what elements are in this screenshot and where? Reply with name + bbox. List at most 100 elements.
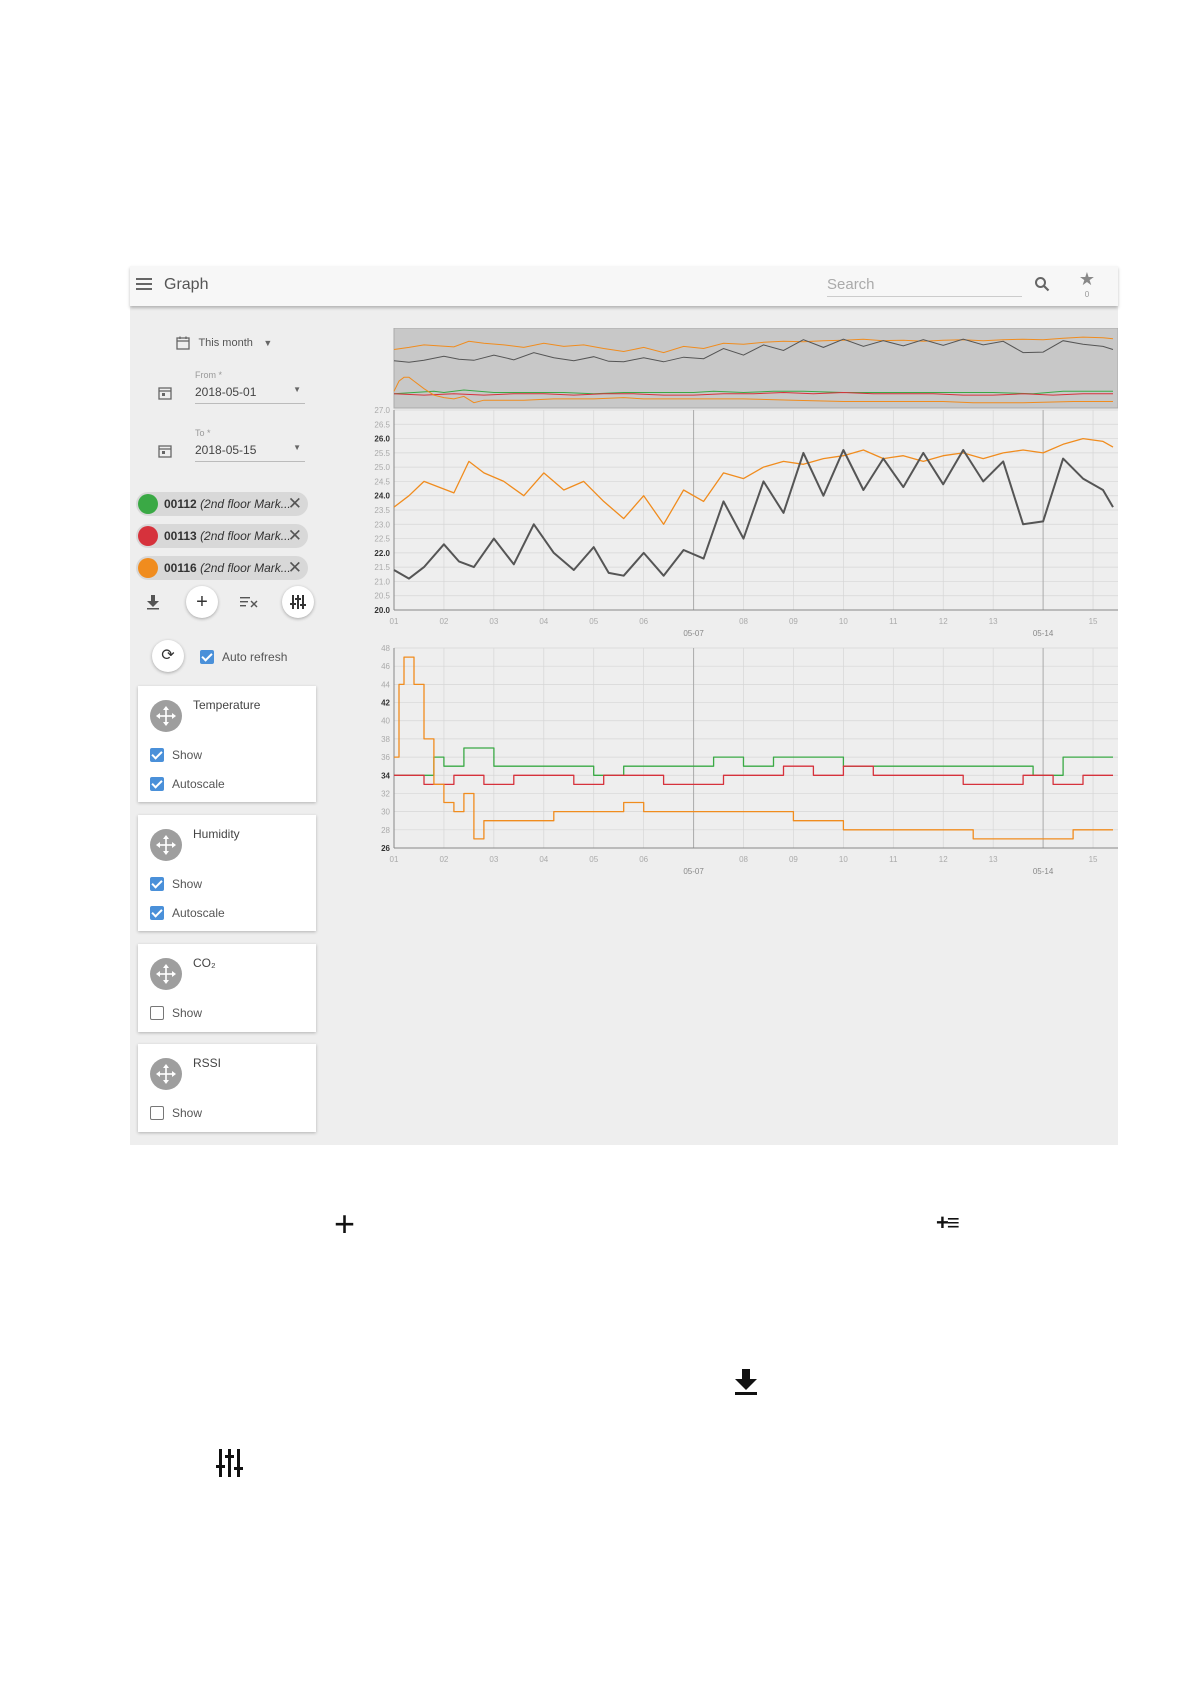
date-preset-select[interactable]: This month ▼: [176, 334, 272, 352]
autoscale-toggle[interactable]: Autoscale: [150, 775, 225, 793]
y-tick-label: 24.5: [374, 477, 390, 486]
x-tick-label: 15: [1089, 617, 1098, 626]
close-icon[interactable]: ✕: [288, 526, 302, 546]
auto-refresh-toggle[interactable]: Auto refresh: [200, 648, 287, 666]
y-tick-label: 21.5: [374, 563, 390, 572]
y-tick-label: 26.0: [374, 435, 390, 444]
device-chip-00113[interactable]: 00113 (2nd floor Mark... ✕: [136, 524, 308, 548]
show-toggle[interactable]: Show: [150, 875, 202, 893]
y-tick-label: 46: [381, 662, 390, 671]
device-name: (2nd floor Mark...: [200, 561, 291, 575]
show-toggle[interactable]: Show: [150, 746, 202, 764]
y-tick-label: 20.5: [374, 592, 390, 601]
autoscale-checkbox[interactable]: [150, 776, 164, 791]
week-label: 05-14: [1033, 629, 1054, 638]
device-chip-00112[interactable]: 00112 (2nd floor Mark... ✕: [136, 492, 308, 516]
x-tick-label: 08: [739, 855, 748, 864]
add-device-button[interactable]: +: [186, 586, 218, 618]
panel-co2: CO₂ Show: [138, 944, 316, 1032]
show-checkbox[interactable]: [150, 876, 164, 891]
x-tick-label: 10: [839, 617, 848, 626]
panel-title: CO₂: [193, 956, 216, 970]
refresh-button[interactable]: ⟳: [152, 640, 184, 672]
page-title: Graph: [164, 276, 209, 293]
show-checkbox[interactable]: [150, 1105, 164, 1120]
y-tick-label: 23.5: [374, 506, 390, 515]
search-box: [827, 272, 1022, 297]
x-tick-label: 05: [589, 855, 598, 864]
clear-devices-icon[interactable]: [240, 596, 258, 608]
panel-temperature: Temperature Show Autoscale: [138, 686, 316, 802]
auto-refresh-checkbox[interactable]: [200, 649, 214, 664]
to-date-field[interactable]: 2018-05-15 ▼: [195, 441, 305, 462]
drag-handle-icon[interactable]: [150, 829, 182, 861]
x-tick-label: 11: [889, 855, 898, 864]
x-tick-label: 04: [539, 855, 548, 864]
search-icon[interactable]: [1034, 276, 1050, 297]
device-name: (2nd floor Mark...: [200, 529, 291, 543]
from-date-value: 2018-05-01: [195, 385, 257, 399]
chart-1: 26 28 30 32 34 36 38 40 42 44 46 48 01 02 03 04 05 06 08 09…: [381, 644, 1118, 876]
device-id: 00116: [164, 561, 197, 575]
y-tick-label: 24.0: [374, 492, 390, 501]
show-toggle[interactable]: Show: [150, 1104, 202, 1122]
chevron-down-icon: ▼: [293, 385, 301, 394]
close-icon[interactable]: ✕: [288, 558, 302, 578]
drag-handle-icon[interactable]: [150, 700, 182, 732]
from-date-field[interactable]: 2018-05-01 ▼: [195, 383, 305, 404]
device-sensor-icon: [138, 526, 158, 546]
show-label: Show: [172, 747, 203, 762]
series-line: [393, 449, 1114, 580]
search-input[interactable]: [827, 272, 1022, 297]
x-tick-label: 15: [1089, 855, 1098, 864]
show-toggle[interactable]: Show: [150, 1004, 202, 1022]
chart-settings-button[interactable]: [282, 586, 314, 618]
y-tick-label: 36: [381, 753, 390, 762]
close-icon[interactable]: ✕: [288, 494, 302, 514]
date-preset-label: This month: [198, 336, 253, 349]
y-tick-label: 28: [381, 826, 390, 835]
autoscale-label: Autoscale: [172, 905, 225, 920]
panel-title: Humidity: [193, 827, 240, 841]
y-tick-label: 42: [381, 699, 390, 708]
x-tick-label: 03: [489, 617, 498, 626]
autoscale-toggle[interactable]: Autoscale: [150, 904, 225, 922]
y-tick-label: 23.0: [374, 520, 390, 529]
x-tick-label: 11: [889, 617, 898, 626]
x-tick-label: 13: [989, 855, 998, 864]
favorites-star-icon[interactable]: ★ 0: [1075, 270, 1099, 299]
y-tick-label: 22.0: [374, 549, 390, 558]
x-tick-label: 08: [739, 617, 748, 626]
week-label: 05-14: [1033, 867, 1054, 876]
show-checkbox[interactable]: [150, 1005, 164, 1020]
device-chip-00116[interactable]: 00116 (2nd floor Mark... ✕: [136, 556, 308, 580]
drag-handle-icon[interactable]: [150, 958, 182, 990]
auto-refresh-label: Auto refresh: [222, 649, 288, 664]
chevron-down-icon: ▼: [263, 337, 273, 348]
to-label: To *: [195, 428, 211, 438]
show-checkbox[interactable]: [150, 747, 164, 762]
panel-rssi: RSSI Show: [138, 1044, 316, 1132]
y-tick-label: 38: [381, 735, 390, 744]
sliders-icon: [290, 595, 306, 609]
charts-area: 20.0 20.5 21.0 21.5 22.0 22.5 23.0 23.5 24.0 24.5…: [366, 328, 1118, 928]
device-sensor-icon: [138, 494, 158, 514]
x-tick-label: 09: [789, 855, 798, 864]
drag-handle-icon[interactable]: [150, 1058, 182, 1090]
hamburger-menu-icon[interactable]: [136, 278, 152, 292]
download-icon[interactable]: [146, 594, 160, 610]
device-id: 00112: [164, 497, 197, 511]
x-tick-label: 01: [390, 617, 399, 626]
y-tick-label: 40: [381, 717, 390, 726]
y-tick-label: 22.5: [374, 535, 390, 544]
x-tick-label: 02: [439, 855, 448, 864]
y-tick-label: 26.5: [374, 420, 390, 429]
graph-app-window: Graph ★0 This month ▼ From * 2018-05-01 …: [130, 266, 1118, 1145]
week-label: 05-07: [683, 867, 704, 876]
x-tick-label: 04: [539, 617, 548, 626]
autoscale-checkbox[interactable]: [150, 905, 164, 920]
calendar-icon[interactable]: [158, 444, 172, 458]
series-line: [394, 747, 1113, 776]
show-label: Show: [172, 1105, 203, 1120]
calendar-icon[interactable]: [158, 386, 172, 400]
